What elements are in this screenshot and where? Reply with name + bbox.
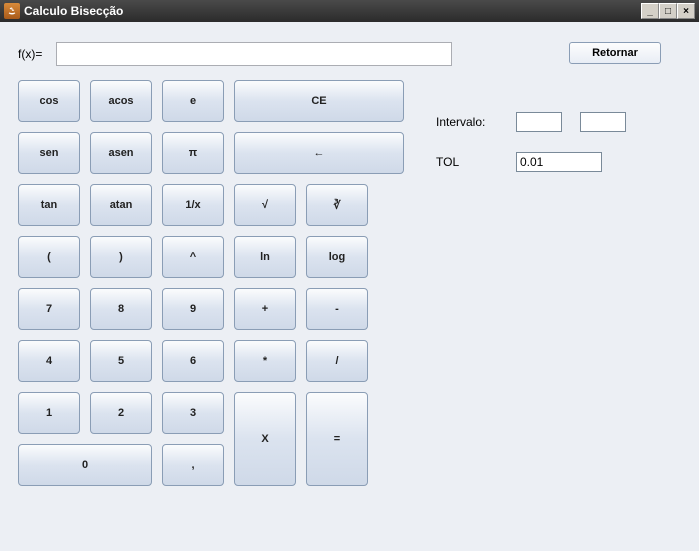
cbrt-button[interactable]: ∛ [306, 184, 368, 226]
eight-button[interactable]: 8 [90, 288, 152, 330]
java-icon [4, 3, 20, 19]
lparen-button[interactable]: ( [18, 236, 80, 278]
rparen-button[interactable]: ) [90, 236, 152, 278]
window-title: Calculo Bisecção [24, 4, 641, 18]
one-button[interactable]: 1 [18, 392, 80, 434]
multiply-button[interactable]: * [234, 340, 296, 382]
tol-input[interactable] [516, 152, 602, 172]
titlebar: Calculo Bisecção _ □ × [0, 0, 699, 22]
zero-button[interactable]: 0 [18, 444, 152, 486]
six-button[interactable]: 6 [162, 340, 224, 382]
keypad: cos acos e CE sen asen π ← tan atan 1/x … [18, 80, 418, 486]
three-button[interactable]: 3 [162, 392, 224, 434]
interval-b-input[interactable] [580, 112, 626, 132]
plus-button[interactable]: + [234, 288, 296, 330]
nine-button[interactable]: 9 [162, 288, 224, 330]
minus-button[interactable]: - [306, 288, 368, 330]
minimize-button[interactable]: _ [641, 3, 659, 19]
backspace-button[interactable]: ← [234, 132, 404, 174]
five-button[interactable]: 5 [90, 340, 152, 382]
reciprocal-button[interactable]: 1/x [162, 184, 224, 226]
close-button[interactable]: × [677, 3, 695, 19]
divide-button[interactable]: / [306, 340, 368, 382]
sqrt-button[interactable]: √ [234, 184, 296, 226]
acos-button[interactable]: acos [90, 80, 152, 122]
pi-button[interactable]: π [162, 132, 224, 174]
x-button[interactable]: X [234, 392, 296, 486]
interval-label: Intervalo: [436, 115, 516, 129]
seven-button[interactable]: 7 [18, 288, 80, 330]
tan-button[interactable]: tan [18, 184, 80, 226]
equals-button[interactable]: = [306, 392, 368, 486]
four-button[interactable]: 4 [18, 340, 80, 382]
cos-button[interactable]: cos [18, 80, 80, 122]
fx-input[interactable] [56, 42, 452, 66]
tol-label: TOL [436, 155, 516, 169]
sen-button[interactable]: sen [18, 132, 80, 174]
maximize-button[interactable]: □ [659, 3, 677, 19]
ln-button[interactable]: ln [234, 236, 296, 278]
ce-button[interactable]: CE [234, 80, 404, 122]
fx-label: f(x)= [18, 47, 56, 61]
content-area: f(x)= Retornar Intervalo: TOL cos acos e… [0, 22, 699, 551]
asen-button[interactable]: asen [90, 132, 152, 174]
retornar-button[interactable]: Retornar [569, 42, 661, 64]
log-button[interactable]: log [306, 236, 368, 278]
power-button[interactable]: ^ [162, 236, 224, 278]
interval-a-input[interactable] [516, 112, 562, 132]
atan-button[interactable]: atan [90, 184, 152, 226]
comma-button[interactable]: , [162, 444, 224, 486]
e-button[interactable]: e [162, 80, 224, 122]
two-button[interactable]: 2 [90, 392, 152, 434]
